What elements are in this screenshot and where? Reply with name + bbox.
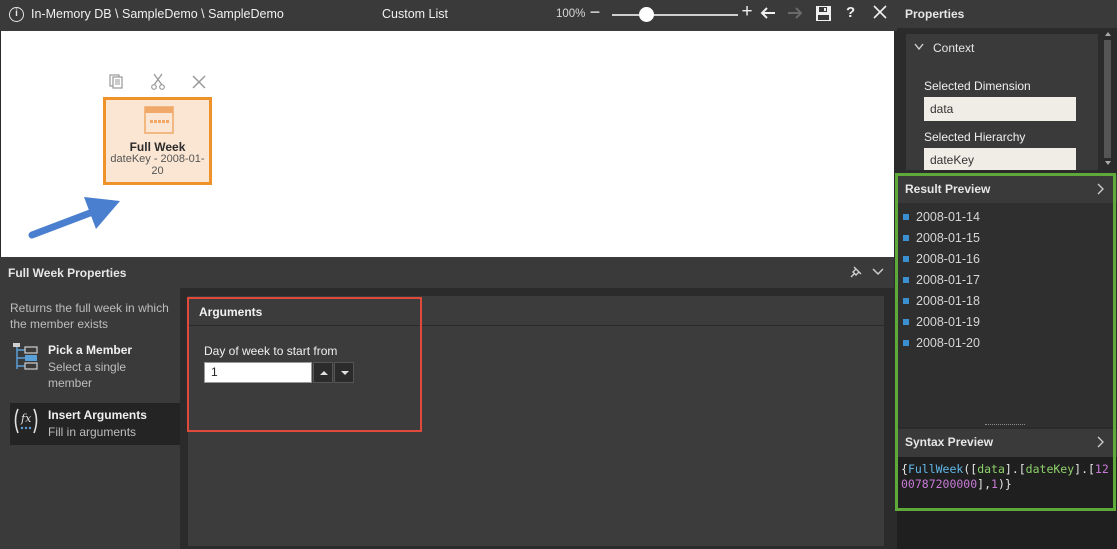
step-title: Insert Arguments [48, 408, 147, 422]
zoom-level-label: 100% [556, 8, 586, 20]
syntax-code: {FullWeek([data].[dateKey].[120078720000… [901, 462, 1109, 491]
side-panel-header: Properties [897, 0, 1117, 28]
title-bar: i In-Memory DB \ SampleDemo \ SampleDemo… [0, 0, 897, 31]
node-subtitle: dateKey - 2008-01-20 [110, 153, 205, 177]
step-title: Pick a Member [48, 343, 133, 357]
panel-resize-grip[interactable] [985, 424, 1025, 427]
function-description: Returns the full week in which the membe… [10, 301, 169, 331]
list-item: 2008-01-20 [903, 336, 980, 350]
calendar-week-icon [144, 106, 174, 134]
result-preview-panel: Result Preview 2008-01-14 2008-01-15 200… [897, 175, 1117, 427]
page-title: Custom List [382, 7, 448, 21]
properties-panel-header: Full Week Properties [0, 257, 894, 288]
step-pick-member[interactable]: Pick a Member Select a single member [10, 338, 180, 390]
selected-dimension-label: Selected Dimension [924, 79, 1031, 93]
context-scrollbar[interactable] [1102, 30, 1114, 170]
step-subtitle: Fill in arguments [48, 425, 137, 439]
syntax-preview-header: Syntax Preview [897, 429, 1117, 457]
wizard-steps: Returns the full week in which the membe… [0, 288, 180, 549]
full-week-node[interactable]: Full Week dateKey - 2008-01-20 [103, 97, 212, 185]
back-arrow-icon[interactable] [759, 4, 777, 22]
chevron-down-icon[interactable] [914, 43, 924, 51]
zoom-slider[interactable] [612, 14, 738, 16]
list-item: 2008-01-19 [903, 315, 980, 329]
syntax-preview-panel: Syntax Preview {FullWeek([data].[dateKey… [897, 429, 1117, 549]
selected-hierarchy-label: Selected Hierarchy [924, 130, 1026, 144]
list-item: 2008-01-16 [903, 252, 980, 266]
info-icon[interactable]: i [9, 7, 24, 22]
chevron-down-icon[interactable] [871, 266, 885, 278]
arguments-panel: Arguments Day of week to start from 1 [180, 288, 894, 549]
day-of-week-input[interactable]: 1 [204, 362, 312, 383]
list-item: 2008-01-18 [903, 294, 980, 308]
breadcrumb: In-Memory DB \ SampleDemo \ SampleDemo [31, 7, 284, 21]
syntax-preview-title: Syntax Preview [905, 435, 994, 449]
context-section: Context Selected Dimension data Selected… [906, 34, 1098, 170]
pick-member-icon [13, 343, 38, 370]
svg-text:fx: fx [20, 412, 32, 425]
spin-up-button[interactable] [313, 362, 333, 383]
design-canvas[interactable]: Full Week dateKey - 2008-01-20 [1, 31, 894, 257]
arguments-area: Arguments Day of week to start from 1 [188, 296, 884, 546]
save-icon[interactable] [815, 5, 832, 22]
selected-hierarchy-field[interactable]: dateKey [924, 148, 1076, 170]
properties-side-panel: Properties Context Selected Dimension da… [897, 0, 1117, 549]
scroll-up-icon[interactable] [1105, 32, 1111, 36]
close-icon[interactable] [872, 4, 888, 20]
context-title: Context [933, 41, 975, 55]
list-item: 2008-01-17 [903, 273, 980, 287]
zoom-slider-handle[interactable] [639, 7, 655, 22]
side-panel-title: Properties [905, 7, 965, 21]
spin-down-button[interactable] [334, 362, 354, 383]
forward-arrow-icon[interactable] [786, 4, 804, 22]
result-preview-title: Result Preview [905, 182, 991, 196]
result-preview-header: Result Preview [897, 175, 1117, 203]
list-item: 2008-01-14 [903, 210, 980, 224]
scroll-thumb[interactable] [1104, 40, 1111, 158]
step-insert-arguments[interactable]: fx Insert Arguments Fill in arguments [10, 403, 180, 445]
selected-dimension-field[interactable]: data [924, 97, 1076, 121]
day-of-week-label: Day of week to start from [204, 344, 338, 358]
step-subtitle: Select a single member [48, 360, 127, 390]
cut-icon[interactable] [150, 73, 166, 90]
delete-icon[interactable] [192, 75, 206, 89]
zoom-in-button[interactable]: + [740, 1, 754, 23]
pin-icon[interactable] [849, 265, 863, 279]
copy-icon[interactable] [107, 72, 125, 90]
zoom-out-button[interactable]: − [588, 2, 602, 23]
chevron-right-icon[interactable] [1097, 183, 1105, 195]
fx-function-icon: fx [14, 408, 38, 434]
node-title: Full Week [129, 140, 186, 154]
chevron-right-icon[interactable] [1097, 436, 1105, 448]
arguments-title: Arguments [199, 305, 263, 319]
properties-panel-title: Full Week Properties [8, 266, 127, 280]
annotation-arrow [28, 197, 120, 239]
arguments-header: Arguments [188, 296, 884, 326]
list-item: 2008-01-15 [903, 231, 980, 245]
help-icon[interactable]: ? [846, 4, 855, 21]
scroll-down-icon[interactable] [1105, 161, 1111, 165]
